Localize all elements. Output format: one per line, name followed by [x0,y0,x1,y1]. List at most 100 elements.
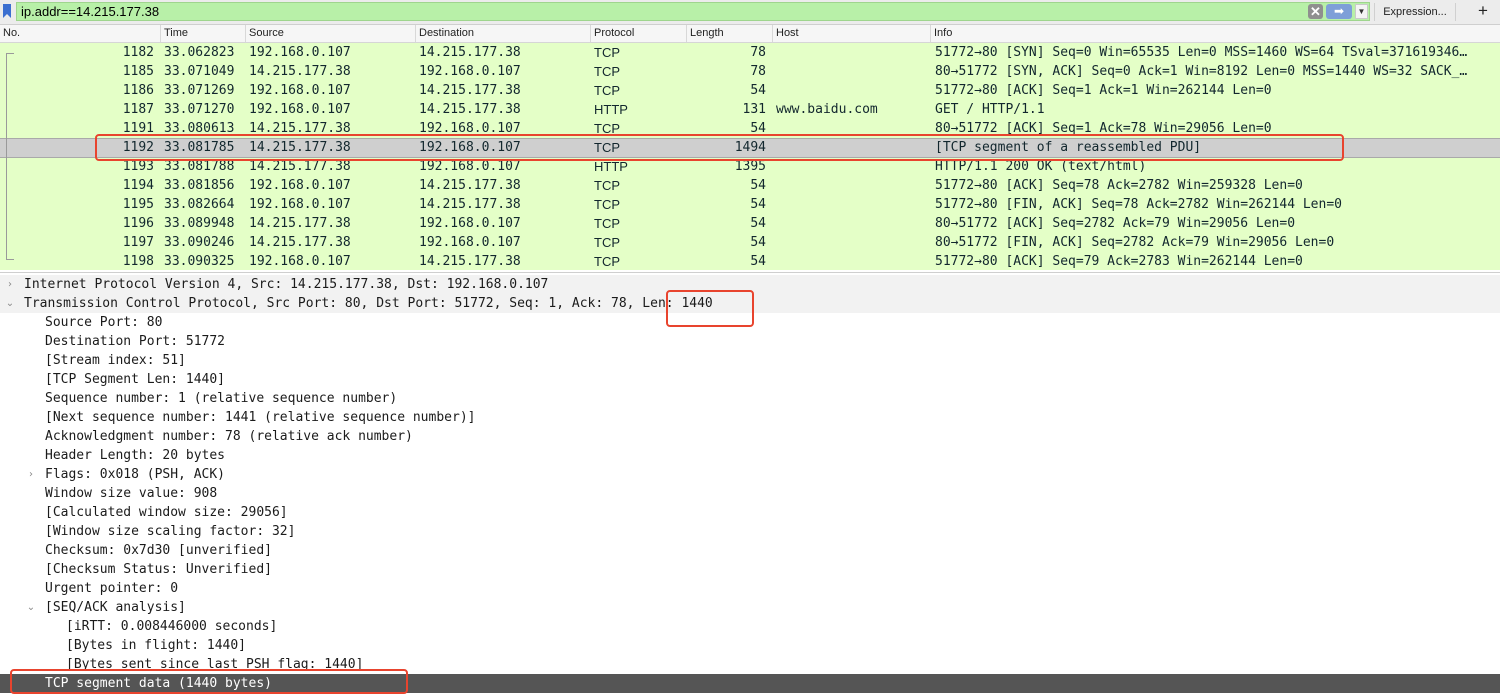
packet-destination: 192.168.0.107 [419,64,521,79]
column-header-no[interactable]: No. [0,25,160,42]
packet-length: 54 [750,178,766,193]
seqack-field[interactable]: [iRTT: 0.008446000 seconds] [0,617,1500,636]
packet-number: 1182 [122,45,154,60]
annotation-selected-packet [95,134,1344,161]
packet-time: 33.071270 [164,102,235,117]
column-header-host[interactable]: Host [772,25,930,42]
column-header-length[interactable]: Length [686,25,772,42]
packet-row[interactable]: 1195 33.082664 192.168.0.107 14.215.177.38 T… [0,195,1500,214]
column-header-source[interactable]: Source [245,25,415,42]
packet-time: 33.081856 [164,178,235,193]
packet-info: 80→51772 [FIN, ACK] Seq=2782 Ack=79 Win=… [935,235,1335,250]
tcp-field[interactable]: › Flags: 0x018 (PSH, ACK) [0,465,1500,484]
packet-details-pane: › Internet Protocol Version 4, Src: 14.2… [0,272,1500,700]
chevron-down-icon[interactable]: ⌄ [25,598,37,617]
tcp-field[interactable]: Checksum: 0x7d30 [unverified] [0,541,1500,560]
tcp-field[interactable]: [TCP Segment Len: 1440] [0,370,1500,389]
packet-row[interactable]: 1187 33.071270 192.168.0.107 14.215.177.38 H… [0,100,1500,119]
clear-icon[interactable]: ✕ [1308,4,1323,19]
tcp-field[interactable]: Header Length: 20 bytes [0,446,1500,465]
packet-destination: 14.215.177.38 [419,45,521,60]
conversation-bracket-top [6,53,14,54]
seqack-field[interactable]: [Bytes in flight: 1440] [0,636,1500,655]
column-header-destination[interactable]: Destination [415,25,590,42]
packet-info: 51772→80 [ACK] Seq=78 Ack=2782 Win=25932… [935,178,1303,193]
packet-length: 54 [750,83,766,98]
annotation-tcp-len [666,290,754,327]
packet-protocol: TCP [594,178,620,193]
tcp-field[interactable]: [Checksum Status: Unverified] [0,560,1500,579]
expression-button[interactable]: Expression... [1374,3,1456,21]
tcp-field[interactable]: Destination Port: 51772 [0,332,1500,351]
bookmark-icon[interactable] [3,4,11,18]
packet-source: 192.168.0.107 [249,254,351,269]
packet-number: 1198 [122,254,154,269]
packet-length: 131 [742,102,766,117]
packet-destination: 14.215.177.38 [419,197,521,212]
tcp-field[interactable]: Acknowledgment number: 78 (relative ack … [0,427,1500,446]
column-header-protocol[interactable]: Protocol [590,25,686,42]
packet-row[interactable]: 1186 33.071269 192.168.0.107 14.215.177.38 T… [0,81,1500,100]
packet-row[interactable]: 1185 33.071049 14.215.177.38 192.168.0.107 T… [0,62,1500,81]
packet-row[interactable]: 1198 33.090325 192.168.0.107 14.215.177.38 T… [0,252,1500,271]
tcp-field-text: [Stream index: 51] [45,353,186,368]
packet-length: 54 [750,216,766,231]
packet-source: 14.215.177.38 [249,64,351,79]
packet-length: 54 [750,235,766,250]
packet-info: GET / HTTP/1.1 [935,102,1045,117]
packet-number: 1194 [122,178,154,193]
column-header-time[interactable]: Time [160,25,245,42]
packet-source: 192.168.0.107 [249,178,351,193]
tcp-field[interactable]: Window size value: 908 [0,484,1500,503]
packet-info: 51772→80 [ACK] Seq=79 Ack=2783 Win=26214… [935,254,1303,269]
packet-protocol: TCP [594,64,620,79]
packet-source: 192.168.0.107 [249,45,351,60]
chevron-down-icon[interactable]: ▼ [1355,4,1368,19]
tcp-field-text: Header Length: 20 bytes [45,448,226,463]
chevron-down-icon[interactable]: ⌄ [4,294,16,313]
packet-time: 33.071049 [164,64,235,79]
add-filter-button[interactable]: + [1472,1,1494,21]
chevron-right-icon[interactable]: › [25,465,37,484]
packet-source: 192.168.0.107 [249,197,351,212]
column-header-info[interactable]: Info [930,25,1500,42]
packet-length: 78 [750,45,766,60]
ip-summary-text: Internet Protocol Version 4, Src: 14.215… [24,277,549,292]
packet-source: 192.168.0.107 [249,83,351,98]
tcp-field[interactable]: Urgent pointer: 0 [0,579,1500,598]
chevron-right-icon[interactable]: › [4,275,16,294]
tcp-field[interactable]: [Stream index: 51] [0,351,1500,370]
packet-protocol: TCP [594,254,620,269]
packet-time: 33.090246 [164,235,235,250]
packet-list-header: No. Time Source Destination Protocol Len… [0,25,1500,43]
packet-row[interactable]: 1197 33.090246 14.215.177.38 192.168.0.107 T… [0,233,1500,252]
tcp-field-text: [SEQ/ACK analysis] [45,600,186,615]
packet-host: www.baidu.com [776,102,878,117]
packet-number: 1195 [122,197,154,212]
packet-info: 80→51772 [ACK] Seq=2782 Ack=79 Win=29056… [935,216,1296,231]
packet-row[interactable]: 1182 33.062823 192.168.0.107 14.215.177.38 T… [0,43,1500,62]
packet-time: 33.082664 [164,197,235,212]
tcp-field[interactable]: Sequence number: 1 (relative sequence nu… [0,389,1500,408]
packet-protocol: TCP [594,216,620,231]
packet-row[interactable]: 1194 33.081856 192.168.0.107 14.215.177.38 T… [0,176,1500,195]
packet-length: 54 [750,254,766,269]
packet-destination: 14.215.177.38 [419,178,521,193]
display-filter-input[interactable]: ip.addr==14.215.177.38 [16,2,1370,21]
tcp-field[interactable]: ⌄ [SEQ/ACK analysis] [0,598,1500,617]
packet-source: 14.215.177.38 [249,235,351,250]
display-filter-toolbar: ip.addr==14.215.177.38 ✕ ➡ ▼ Expression.… [0,0,1500,25]
tcp-field-text: [Checksum Status: Unverified] [45,562,272,577]
packet-source: 14.215.177.38 [249,216,351,231]
tcp-field[interactable]: [Window size scaling factor: 32] [0,522,1500,541]
tcp-field[interactable]: [Calculated window size: 29056] [0,503,1500,522]
packet-destination: 192.168.0.107 [419,235,521,250]
packet-time: 33.090325 [164,254,235,269]
packet-protocol: HTTP [594,102,628,117]
tcp-field[interactable]: [Next sequence number: 1441 (relative se… [0,408,1500,427]
packet-number: 1187 [122,102,154,117]
tcp-field-text: Window size value: 908 [45,486,218,501]
packet-row[interactable]: 1196 33.089948 14.215.177.38 192.168.0.107 T… [0,214,1500,233]
arrow-right-icon[interactable]: ➡ [1326,4,1352,19]
tcp-field-text: [TCP Segment Len: 1440] [45,372,226,387]
